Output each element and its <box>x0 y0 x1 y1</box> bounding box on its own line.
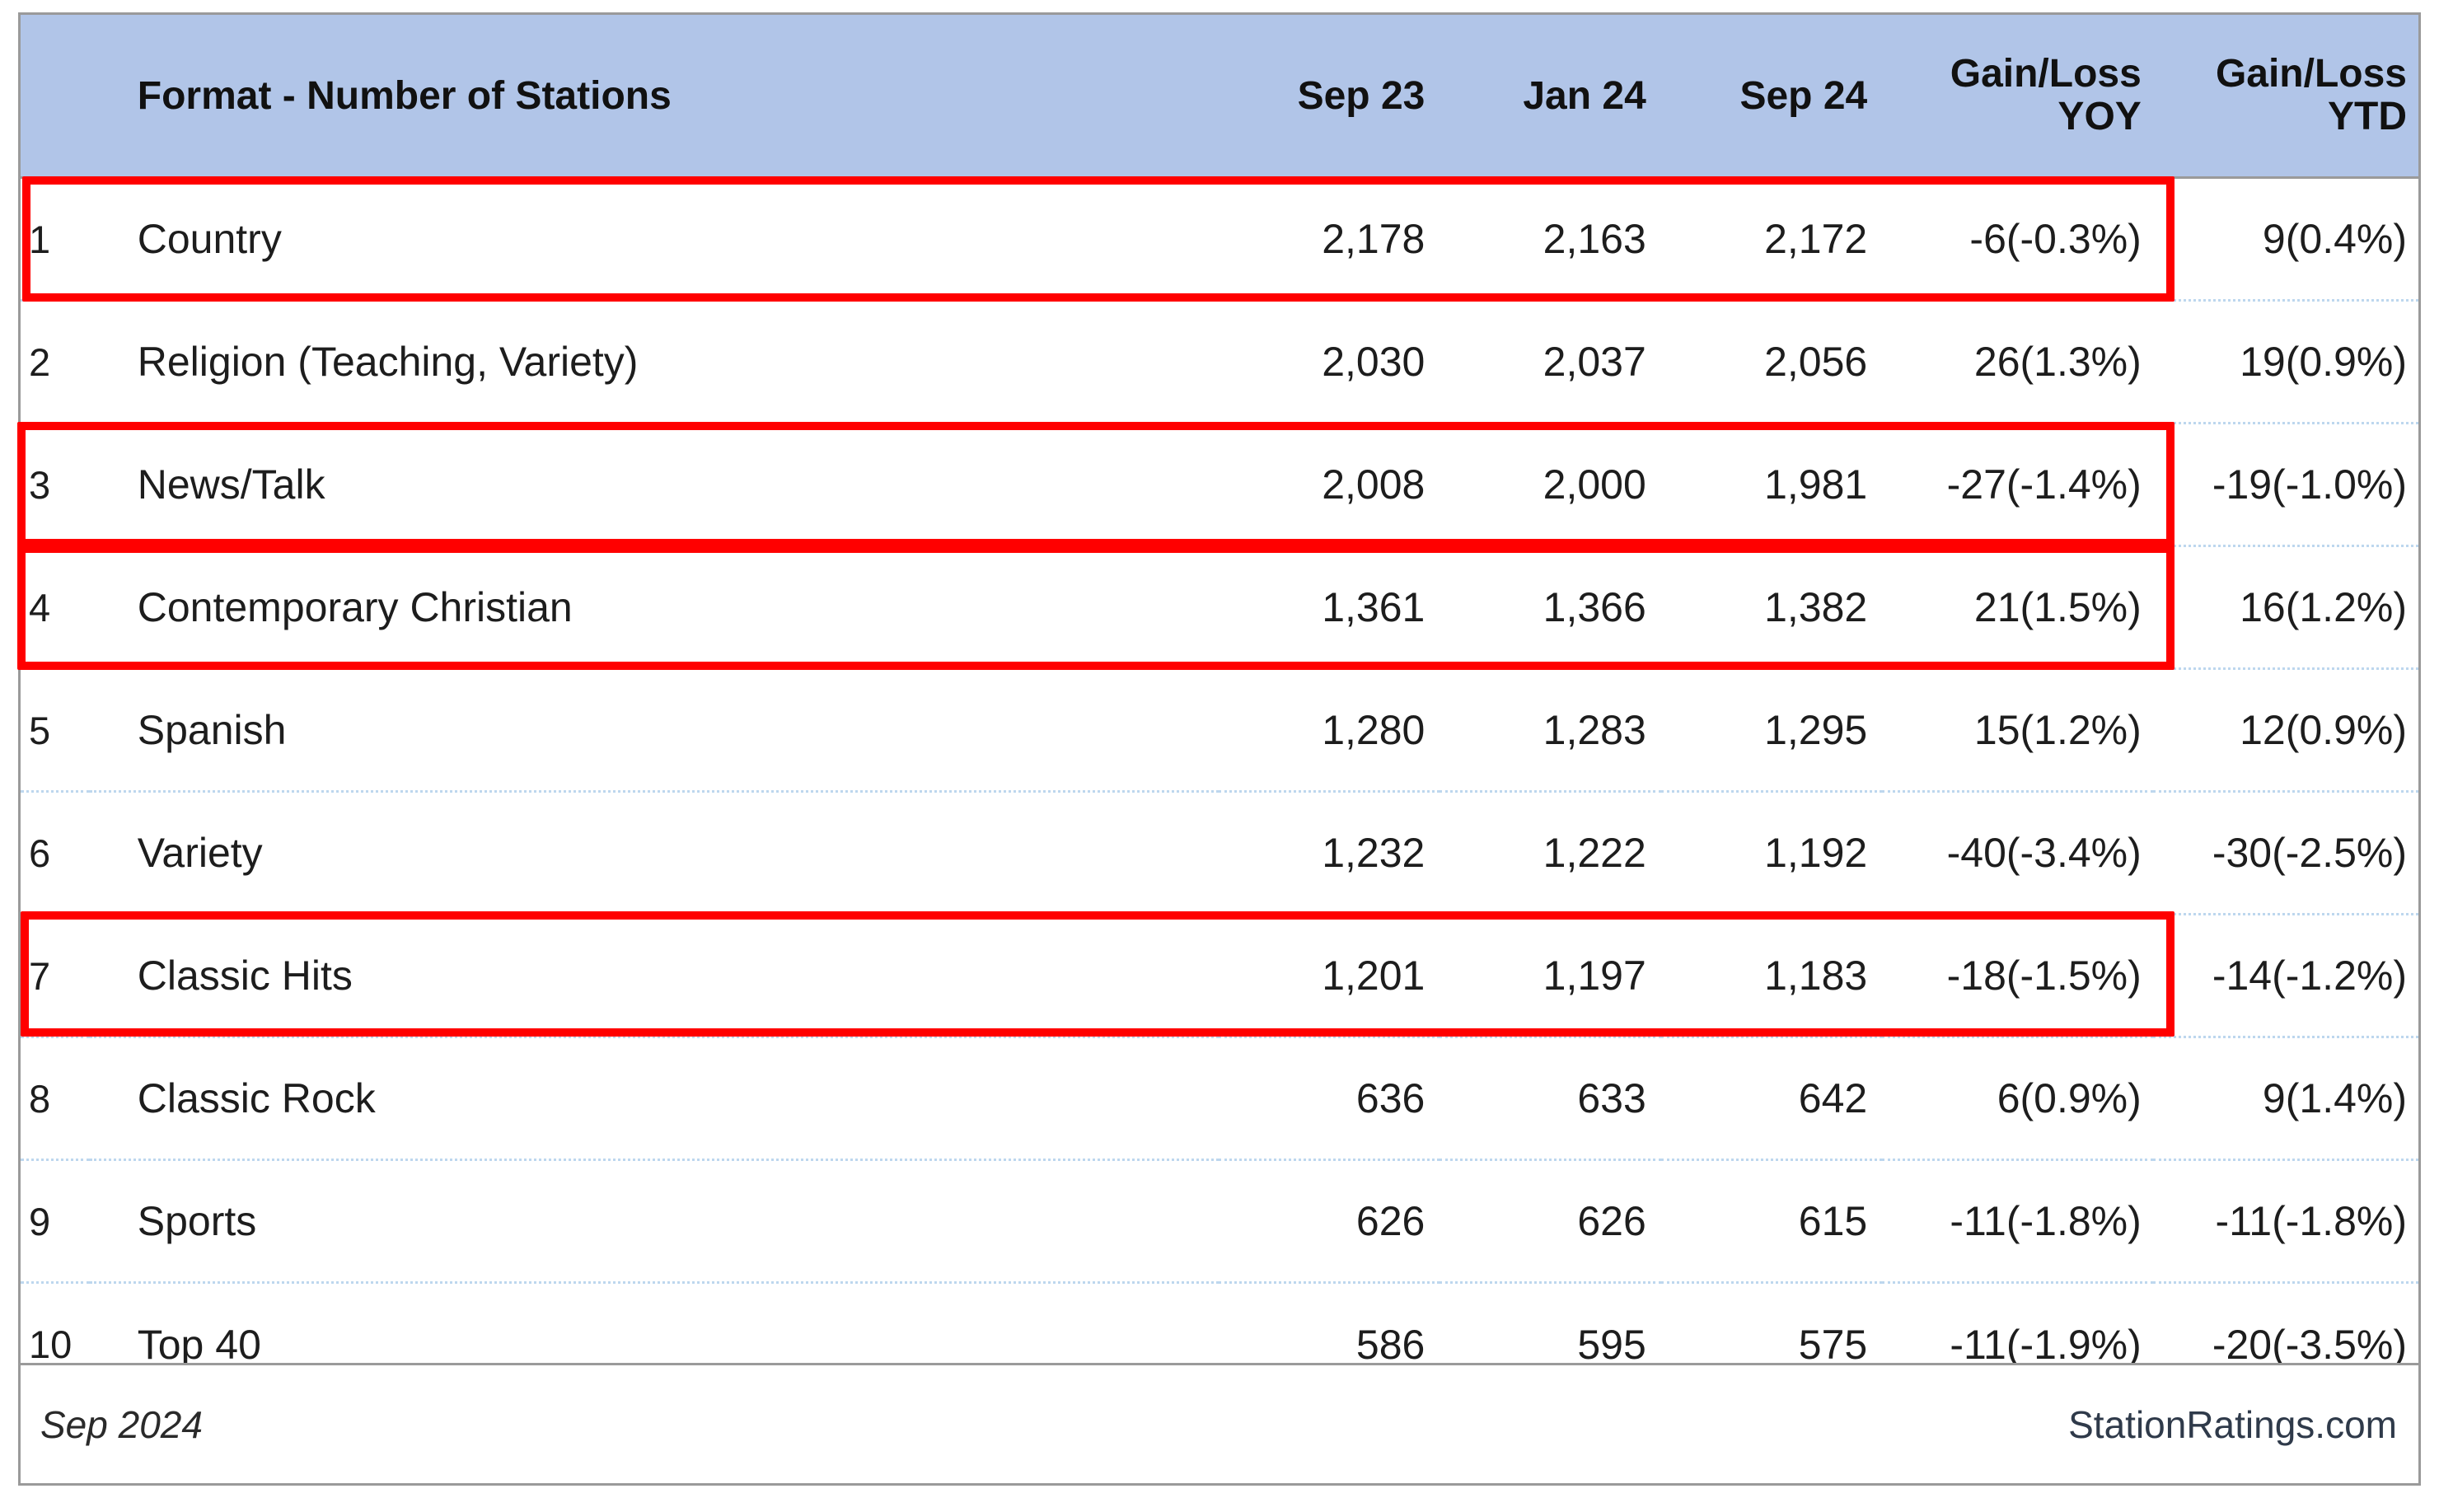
footer-period: Sep 2024 <box>40 1402 203 1446</box>
row-gain-loss-ytd: -14(-1.2%) <box>2152 914 2418 1038</box>
table-footer: Sep 2024 StationRatings.com <box>21 1363 2418 1483</box>
row-sep23: 1,361 <box>1218 545 1440 670</box>
row-sep23: 1,201 <box>1218 914 1440 1038</box>
row-gain-loss-yoy: 21(1.5%) <box>1882 545 2153 670</box>
row-jan24: 2,037 <box>1440 300 1661 424</box>
row-gain-loss-ytd: 9(1.4%) <box>2152 1037 2418 1161</box>
column-header-gain-loss-yoy-line1: Gain/Loss <box>1950 52 2142 96</box>
row-jan24: 1,283 <box>1440 668 1661 793</box>
row-gain-loss-yoy: -40(-3.4%) <box>1882 791 2153 915</box>
row-gain-loss-yoy: -18(-1.5%) <box>1882 914 2153 1038</box>
row-gain-loss-yoy: -6(-0.3%) <box>1882 177 2153 302</box>
row-format-name: Sports <box>89 1159 1219 1284</box>
row-sep24: 1,981 <box>1660 423 1883 547</box>
row-rank: 5 <box>21 668 90 793</box>
row-gain-loss-ytd: -30(-2.5%) <box>2152 791 2418 915</box>
row-jan24: 633 <box>1440 1037 1661 1161</box>
row-format-name: Religion (Teaching, Variety) <box>89 300 1219 424</box>
row-sep24: 1,183 <box>1660 914 1883 1038</box>
row-jan24: 1,197 <box>1440 914 1661 1038</box>
row-gain-loss-yoy: -11(-1.8%) <box>1882 1159 2153 1284</box>
row-jan24: 626 <box>1440 1159 1661 1284</box>
row-sep23: 2,178 <box>1218 177 1440 302</box>
row-rank: 7 <box>21 914 90 1038</box>
table-row: 8 Classic Rock 636 633 642 6(0.9%) 9(1.4… <box>21 1037 2418 1161</box>
row-format-name: Spanish <box>89 668 1219 793</box>
row-sep23: 626 <box>1218 1159 1440 1284</box>
row-rank: 8 <box>21 1037 90 1161</box>
row-format-name: Contemporary Christian <box>89 545 1219 670</box>
table-row: 4 Contemporary Christian 1,361 1,366 1,3… <box>21 545 2418 670</box>
row-jan24: 2,000 <box>1440 423 1661 547</box>
row-gain-loss-yoy: -27(-1.4%) <box>1882 423 2153 547</box>
table-row: 3 News/Talk 2,008 2,000 1,981 -27(-1.4%)… <box>21 423 2418 547</box>
row-sep24: 2,056 <box>1660 300 1883 424</box>
stations-table-frame: Format - Number of Stations Sep 23 Jan 2… <box>17 12 2421 1486</box>
header-row: Format - Number of Stations Sep 23 Jan 2… <box>21 15 2418 179</box>
column-header-rank <box>21 15 90 179</box>
table-row: 5 Spanish 1,280 1,283 1,295 15(1.2%) 12(… <box>21 668 2418 793</box>
row-format-name: Variety <box>89 791 1219 915</box>
row-gain-loss-ytd: -11(-1.8%) <box>2152 1159 2418 1284</box>
table-row: 7 Classic Hits 1,201 1,197 1,183 -18(-1.… <box>21 914 2418 1038</box>
table-row: 9 Sports 626 626 615 -11(-1.8%) -11(-1.8… <box>21 1159 2418 1284</box>
column-header-sep24: Sep 24 <box>1660 15 1883 179</box>
row-format-name: Classic Hits <box>89 914 1219 1038</box>
row-sep24: 2,172 <box>1660 177 1883 302</box>
row-gain-loss-ytd: 19(0.9%) <box>2152 300 2418 424</box>
row-sep24: 642 <box>1660 1037 1883 1161</box>
row-format-name: Country <box>89 177 1219 302</box>
row-sep23: 1,232 <box>1218 791 1440 915</box>
row-gain-loss-yoy: 15(1.2%) <box>1882 668 2153 793</box>
row-sep24: 1,382 <box>1660 545 1883 670</box>
row-format-name: News/Talk <box>89 423 1219 547</box>
row-gain-loss-ytd: 12(0.9%) <box>2152 668 2418 793</box>
row-gain-loss-ytd: 9(0.4%) <box>2152 177 2418 302</box>
column-header-gain-loss-ytd-line2: YTD <box>2328 95 2407 138</box>
row-rank: 3 <box>21 423 90 547</box>
row-rank: 9 <box>21 1159 90 1284</box>
table-row: 1 Country 2,178 2,163 2,172 -6(-0.3%) 9(… <box>21 177 2418 302</box>
column-header-gain-loss-yoy-line2: YOY <box>2057 95 2142 138</box>
column-header-format: Format - Number of Stations <box>89 15 1219 179</box>
row-gain-loss-ytd: 16(1.2%) <box>2152 545 2418 670</box>
row-sep23: 2,008 <box>1218 423 1440 547</box>
row-format-name: Classic Rock <box>89 1037 1219 1161</box>
row-rank: 2 <box>21 300 90 424</box>
table-body: 1 Country 2,178 2,163 2,172 -6(-0.3%) 9(… <box>21 177 2418 1406</box>
row-sep24: 1,295 <box>1660 668 1883 793</box>
row-sep24: 615 <box>1660 1159 1883 1284</box>
row-sep23: 1,280 <box>1218 668 1440 793</box>
row-sep23: 2,030 <box>1218 300 1440 424</box>
row-jan24: 1,222 <box>1440 791 1661 915</box>
row-sep23: 636 <box>1218 1037 1440 1161</box>
row-gain-loss-yoy: 6(0.9%) <box>1882 1037 2153 1161</box>
row-rank: 4 <box>21 545 90 670</box>
column-header-gain-loss-ytd-line1: Gain/Loss <box>2215 52 2407 96</box>
row-gain-loss-ytd: -19(-1.0%) <box>2152 423 2418 547</box>
row-sep24: 1,192 <box>1660 791 1883 915</box>
table-row: 6 Variety 1,232 1,222 1,192 -40(-3.4%) -… <box>21 791 2418 915</box>
stations-table: Format - Number of Stations Sep 23 Jan 2… <box>21 15 2418 1406</box>
table-header: Format - Number of Stations Sep 23 Jan 2… <box>21 15 2418 179</box>
row-gain-loss-yoy: 26(1.3%) <box>1882 300 2153 424</box>
row-rank: 1 <box>21 177 90 302</box>
row-jan24: 2,163 <box>1440 177 1661 302</box>
column-header-gain-loss-yoy: Gain/Loss YOY <box>1882 15 2153 179</box>
footer-source: StationRatings.com <box>2068 1402 2397 1446</box>
column-header-jan24: Jan 24 <box>1440 15 1661 179</box>
table-row: 2 Religion (Teaching, Variety) 2,030 2,0… <box>21 300 2418 424</box>
row-jan24: 1,366 <box>1440 545 1661 670</box>
column-header-sep23: Sep 23 <box>1218 15 1440 179</box>
column-header-gain-loss-ytd: Gain/Loss YTD <box>2152 15 2418 179</box>
row-rank: 6 <box>21 791 90 915</box>
